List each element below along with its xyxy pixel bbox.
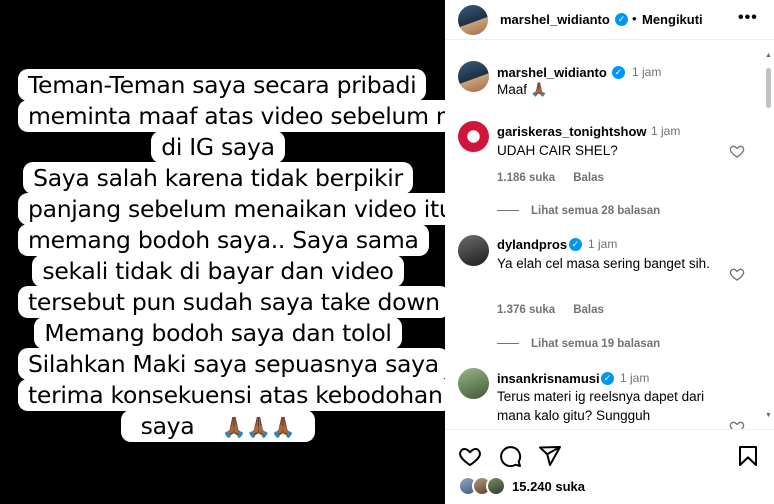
post-media[interactable]: Teman-Teman saya secara pribadi meminta … (0, 0, 445, 504)
statement-line: terima konsekuensi atas kebodohan (18, 379, 445, 411)
post-header: marshel_widianto ✓ • Mengikuti ••• (445, 0, 774, 40)
comment-meta: 1.186 suka Balas (497, 172, 604, 184)
comment-likes[interactable]: 1.376 suka (497, 304, 555, 316)
comments-list[interactable]: marshel_widianto ✓ 1 jam Maaf 🙏🏾 gariske… (445, 41, 765, 429)
comment-like-heart-icon[interactable] (729, 419, 745, 429)
avatar[interactable] (486, 476, 506, 496)
header-username[interactable]: marshel_widianto (500, 12, 610, 27)
comment-time[interactable]: 1 jam (651, 124, 680, 138)
statement-line: Silahkan Maki saya sepuasnya saya (18, 348, 445, 380)
comment-like-heart-icon[interactable] (729, 143, 745, 159)
avatar[interactable] (458, 121, 489, 152)
statement-last-line: saya 🙏🏾🙏🏾🙏🏾 (120, 410, 316, 442)
avatar[interactable] (458, 235, 489, 266)
post-panel: marshel_widianto ✓ • Mengikuti ••• marsh… (445, 0, 774, 504)
comment-like-heart-icon[interactable] (729, 266, 745, 282)
avatar[interactable] (458, 368, 489, 399)
comment-username[interactable]: gariskeras_tonightshow (497, 124, 647, 139)
scroll-down-arrow-icon[interactable]: ▼ (765, 412, 772, 419)
statement-line: tersebut pun sudah saya take down (18, 286, 445, 318)
comment-likes[interactable]: 1.186 suka (497, 172, 555, 184)
comment-username[interactable]: insankrisnamusi (497, 371, 600, 386)
comment-meta: 1.376 suka Balas (497, 304, 604, 316)
apology-statement: Teman-Teman saya secara pribadi meminta … (18, 69, 445, 443)
verified-badge-icon: ✓ (612, 66, 625, 79)
statement-line: memang bodoh saya.. Saya sama (18, 224, 429, 256)
comment-time[interactable]: 1 jam (620, 371, 649, 385)
avatar[interactable] (458, 61, 489, 92)
statement-line: Teman-Teman saya secara pribadi (18, 69, 427, 101)
verified-badge-icon: ✓ (601, 372, 614, 385)
verified-badge-icon: ✓ (569, 238, 582, 251)
comment-text: Terus materi ig reelsnya dapet dari mana… (497, 389, 705, 423)
comment-icon[interactable] (498, 444, 522, 468)
caption-username[interactable]: marshel_widianto (497, 65, 607, 80)
avatar[interactable] (458, 5, 488, 35)
reply-button[interactable]: Balas (573, 172, 604, 184)
statement-line: saya (130, 410, 205, 442)
caption-text: Maaf 🙏🏾 (497, 82, 548, 97)
more-options-icon[interactable]: ••• (738, 9, 758, 27)
view-replies-button[interactable]: Lihat semua 19 balasan (497, 338, 660, 350)
statement-line: sekali tidak di bayar dan video (32, 255, 404, 287)
comment-text: Ya elah cel masa sering banget sih. (497, 256, 710, 271)
comment-time[interactable]: 1 jam (588, 237, 617, 251)
statement-line: Saya salah karena tidak berpikir (23, 162, 413, 194)
caption-time[interactable]: 1 jam (632, 65, 661, 79)
scroll-up-arrow-icon[interactable]: ▲ (765, 52, 772, 59)
following-button[interactable]: Mengikuti (642, 12, 703, 27)
scroll-thumb[interactable] (766, 68, 771, 108)
like-count[interactable]: 15.240 suka (512, 479, 585, 494)
share-icon[interactable] (538, 444, 562, 468)
header-separator: • (632, 11, 637, 26)
comments-scrollbar[interactable]: ▲ ▼ (763, 52, 774, 428)
reply-button[interactable]: Balas (573, 304, 604, 316)
verified-badge-icon: ✓ (615, 13, 628, 26)
heart-icon[interactable] (458, 444, 482, 468)
bookmark-icon[interactable] (736, 444, 760, 468)
pray-emoji: 🙏🏾🙏🏾🙏🏾 (211, 413, 306, 441)
view-replies-button[interactable]: Lihat semua 28 balasan (497, 205, 660, 217)
post-actions: 15.240 suka (445, 429, 774, 504)
statement-line: Memang bodoh saya dan tolol (34, 317, 402, 349)
statement-line: panjang sebelum menaikan video itu (18, 193, 445, 225)
statement-line: meminta maaf atas video sebelum nya (18, 100, 445, 132)
comment-username[interactable]: dylandpros (497, 237, 567, 252)
statement-line: di IG saya (151, 131, 285, 163)
comment-text: UDAH CAIR SHEL? (497, 143, 618, 158)
